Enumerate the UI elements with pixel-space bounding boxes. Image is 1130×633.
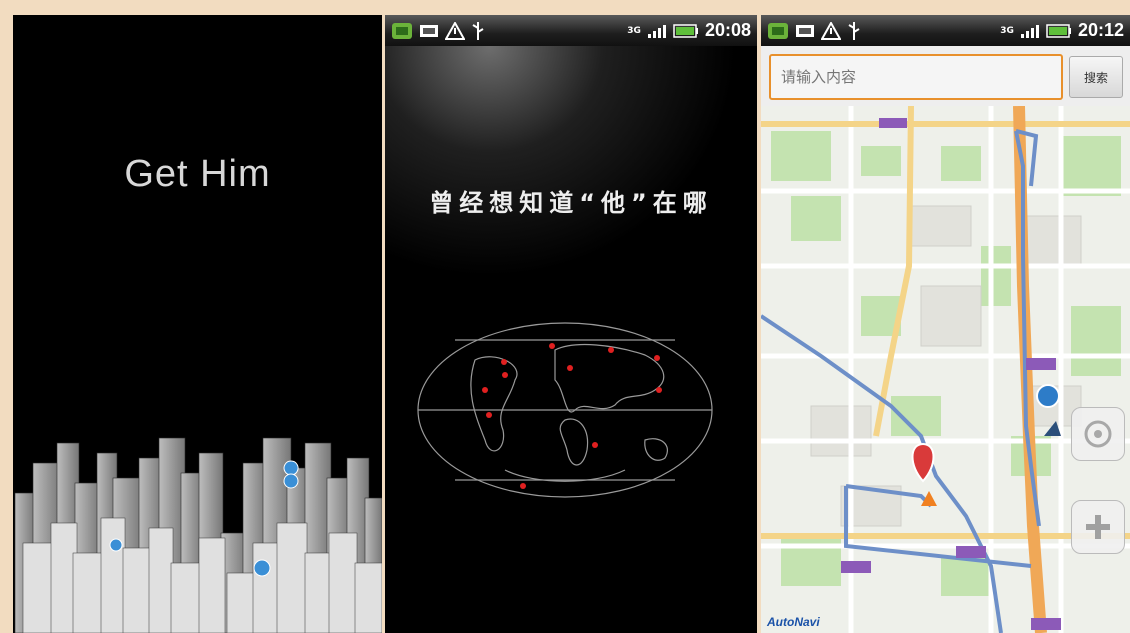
zoom-in-button[interactable]: [1071, 500, 1125, 554]
zoom-in-icon: [1086, 515, 1110, 539]
search-input[interactable]: [769, 54, 1063, 100]
intro-screen: 3G 20:08 曾经想知道“他”在哪: [385, 15, 757, 633]
battery-icon: [1046, 23, 1071, 38]
map-screen: 3G 20:12 搜索: [761, 15, 1130, 633]
app-notification-icon: [768, 22, 788, 39]
status-bar: 3G 20:12: [761, 15, 1130, 46]
map-logo: AutoNavi: [767, 615, 820, 629]
usb-icon: [472, 21, 484, 40]
usb-icon: [848, 21, 860, 40]
splash-screen: Get Him: [13, 15, 382, 633]
map-view[interactable]: [761, 106, 1130, 633]
light-rays: [385, 46, 757, 296]
network-type: 3G: [627, 25, 641, 36]
app-notification-icon: [392, 22, 412, 39]
search-button[interactable]: 搜索: [1069, 56, 1123, 98]
signal-icon: [1020, 24, 1039, 38]
app-title: Get Him: [124, 153, 271, 195]
world-map-illustration: [417, 322, 713, 498]
signal-icon: [647, 24, 666, 38]
message-icon: [420, 24, 438, 37]
message-icon: [796, 24, 814, 37]
city-3d-illustration: [14, 437, 382, 633]
battery-icon: [673, 23, 698, 38]
locate-icon: [1084, 420, 1112, 448]
status-time: 20:08: [704, 20, 751, 40]
warning-icon: [821, 21, 841, 40]
status-bar: 3G 20:08: [385, 15, 757, 46]
warning-icon: [445, 21, 465, 40]
search-bar: 搜索: [761, 46, 1130, 106]
network-type: 3G: [1000, 25, 1014, 36]
status-time: 20:12: [1077, 20, 1124, 40]
intro-tagline: 曾经想知道“他”在哪: [429, 189, 713, 217]
locate-button[interactable]: [1071, 407, 1125, 461]
